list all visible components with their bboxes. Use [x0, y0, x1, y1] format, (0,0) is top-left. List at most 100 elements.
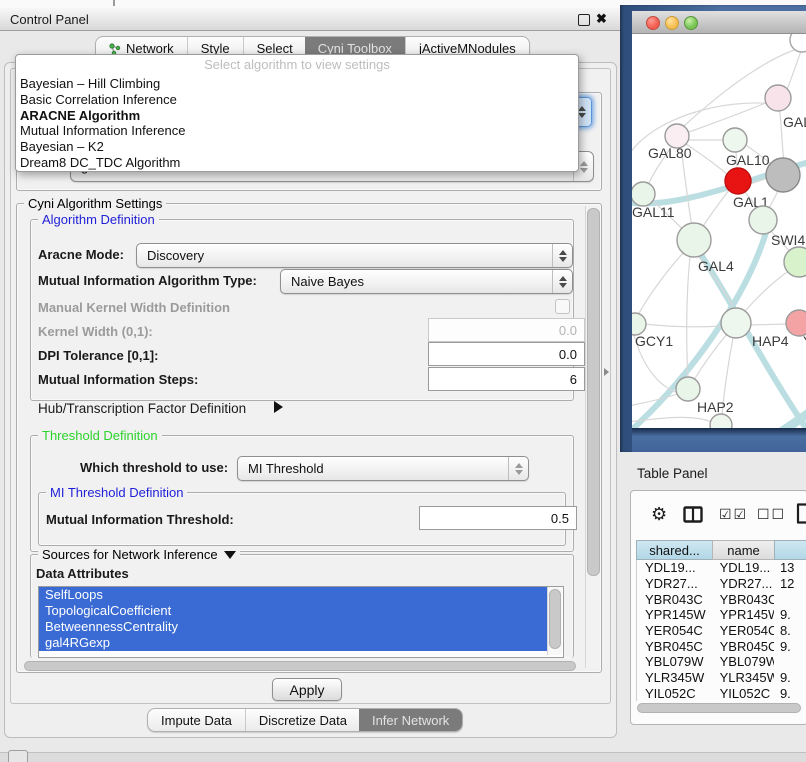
table-row[interactable]: YIL052CYIL052C9.	[637, 686, 806, 702]
expand-arrow-icon[interactable]	[274, 401, 283, 413]
algorithm-option[interactable]: Basic Correlation Inference	[16, 92, 578, 108]
mi-steps-input[interactable]: 6	[428, 367, 585, 391]
network-canvas[interactable]: GALGAL80GAL10GAL1GAL11SWI4GAL4GCY1HAP4YH…	[632, 34, 806, 428]
network-node-gal[interactable]	[765, 85, 791, 111]
settings-scrollbar-thumb[interactable]	[587, 208, 600, 576]
combo-arrows-icon	[552, 244, 572, 267]
minimize-traffic-light[interactable]	[665, 16, 679, 30]
network-node-gal1[interactable]	[725, 168, 751, 194]
table-cell: YBR045C	[637, 639, 712, 654]
gear-icon[interactable]: ⚙	[651, 505, 667, 523]
zoom-traffic-light[interactable]	[684, 16, 698, 30]
table-row[interactable]: YER054CYER054C8.	[637, 623, 806, 639]
table-cell: YDR27...	[637, 576, 712, 591]
attributes-scrollbar-thumb[interactable]	[549, 589, 561, 649]
node-label: GAL11	[632, 204, 675, 220]
network-node-gal4[interactable]	[677, 223, 711, 257]
column-header-partial[interactable]	[774, 540, 806, 560]
table-cell: 12	[774, 576, 806, 591]
kernel-width-label: Kernel Width (0,1):	[38, 324, 153, 339]
network-node[interactable]	[766, 158, 800, 192]
unchecked-columns-icon[interactable]: ☐☐	[757, 506, 786, 523]
table-row[interactable]: YBR043CYBR043C	[637, 591, 806, 607]
bottom-strip	[0, 752, 806, 762]
cyni-algorithm-settings-title: Cyni Algorithm Settings	[24, 196, 166, 211]
table-panel: ⚙ ☑☑ ☐☐ shared... name YDL19...YDL19...1…	[630, 490, 806, 725]
node-label: GAL10	[726, 152, 770, 168]
manual-kernel-checkbox[interactable]	[555, 299, 570, 314]
network-node-gal11[interactable]	[632, 182, 655, 206]
document-icon[interactable]	[796, 503, 806, 524]
algorithm-option[interactable]: Bayesian – K2	[16, 139, 578, 155]
tab-discretize-data[interactable]: Discretize Data	[245, 709, 360, 731]
algorithm-option[interactable]: Bayesian – Hill Climbing	[16, 76, 578, 92]
close-icon[interactable]: ✖	[596, 11, 607, 27]
table-row[interactable]: YLR345WYLR345W9.	[637, 670, 806, 686]
table-row[interactable]: YDR27...YDR27...12	[637, 576, 806, 592]
table-cell: 9.	[774, 607, 806, 622]
checked-columns-icon[interactable]: ☑☑	[719, 506, 748, 523]
mi-threshold-input[interactable]: 0.5	[419, 506, 577, 530]
algorithm-option[interactable]: Dream8 DC_TDC Algorithm	[16, 155, 578, 171]
sources-title: Sources for Network Inference	[42, 547, 218, 562]
column-header-name[interactable]: name	[712, 540, 774, 560]
data-attributes-label: Data Attributes	[36, 566, 129, 581]
data-attributes-list[interactable]: SelfLoopsTopologicalCoefficientBetweenne…	[38, 586, 564, 658]
data-attribute-item[interactable]: TopologicalCoefficient	[39, 603, 551, 619]
network-node-swi4[interactable]	[749, 206, 777, 234]
close-traffic-light[interactable]	[646, 16, 660, 30]
algorithm-option[interactable]: Mutual Information Inference	[16, 123, 578, 139]
float-icon[interactable]	[578, 14, 590, 26]
tab-impute-data[interactable]: Impute Data	[148, 709, 245, 731]
table-cell: 9.	[774, 670, 806, 685]
which-threshold-combo[interactable]: MI Threshold	[237, 456, 529, 481]
control-panel-titlebar: Control Panel ✖	[0, 8, 620, 31]
node-label: HAP2	[697, 399, 734, 415]
dpi-tolerance-label: DPI Tolerance [0,1]:	[38, 348, 158, 363]
mi-type-combo[interactable]: Naive Bayes	[280, 269, 573, 294]
table-row[interactable]: YBL079WYBL079W	[637, 654, 806, 670]
apply-button[interactable]: Apply	[272, 678, 342, 701]
network-node-gal10[interactable]	[723, 128, 747, 152]
corner-widget-icon[interactable]	[8, 750, 28, 762]
algorithm-dropdown-placeholder: Select algorithm to view settings	[16, 55, 578, 76]
network-node[interactable]	[790, 34, 806, 52]
column-header-shared-name[interactable]: shared...	[636, 540, 712, 560]
table-row[interactable]: YDL19...YDL19...13	[637, 560, 806, 576]
network-icon	[109, 43, 121, 55]
aracne-mode-combo[interactable]: Discovery	[136, 243, 573, 268]
hub-definition-label[interactable]: Hub/Transcription Factor Definition	[38, 401, 246, 416]
combo-arrows-icon	[552, 270, 572, 293]
table-row[interactable]: YBR045CYBR045C9.	[637, 638, 806, 654]
network-node[interactable]	[710, 414, 732, 428]
algorithm-option[interactable]: ARACNE Algorithm	[16, 108, 578, 124]
network-node-hap4[interactable]	[721, 308, 751, 338]
table-cell: YER054C	[712, 623, 774, 638]
table-cell: YDL19...	[637, 560, 712, 575]
data-attribute-item[interactable]: BetweennessCentrality	[39, 619, 551, 635]
network-node-hap2[interactable]	[676, 377, 700, 401]
which-threshold-value: MI Threshold	[238, 457, 508, 480]
tab-infer-network[interactable]: Infer Network	[359, 709, 462, 731]
aracne-mode-value: Discovery	[137, 244, 552, 267]
teal-edges	[632, 161, 806, 428]
node-table-body: YDL19...YDL19...13YDR27...YDR27...12YBR0…	[636, 560, 806, 701]
data-attribute-item[interactable]: SelfLoops	[39, 587, 551, 603]
network-node-gcy1[interactable]	[632, 313, 646, 335]
splitter-handle-icon[interactable]	[604, 368, 609, 376]
desktop: { "colors": { "selection_blue": "#3a6bd4…	[0, 0, 806, 762]
table-row[interactable]: YPR145WYPR145W9.	[637, 607, 806, 623]
settings-horizontal-scrollbar[interactable]	[24, 661, 576, 671]
sources-title-wrap[interactable]: Sources for Network Inference	[38, 547, 240, 562]
dpi-tolerance-input[interactable]: 0.0	[428, 342, 585, 366]
cyni-bottom-tabbar: Impute Data Discretize Data Infer Networ…	[147, 708, 463, 732]
top-strip-tick	[113, 0, 115, 6]
network-window-titlebar[interactable]	[632, 11, 806, 34]
table-cell: YBL079W	[637, 654, 712, 669]
data-attribute-item[interactable]: gal4RGexp	[39, 635, 551, 651]
split-pane-icon[interactable]	[683, 506, 703, 523]
table-cell: YIL052C	[712, 686, 774, 701]
table-cell: YPR145W	[637, 607, 712, 622]
kernel-width-input[interactable]: 0.0	[428, 318, 585, 342]
table-horizontal-scrollbar[interactable]	[637, 703, 801, 713]
